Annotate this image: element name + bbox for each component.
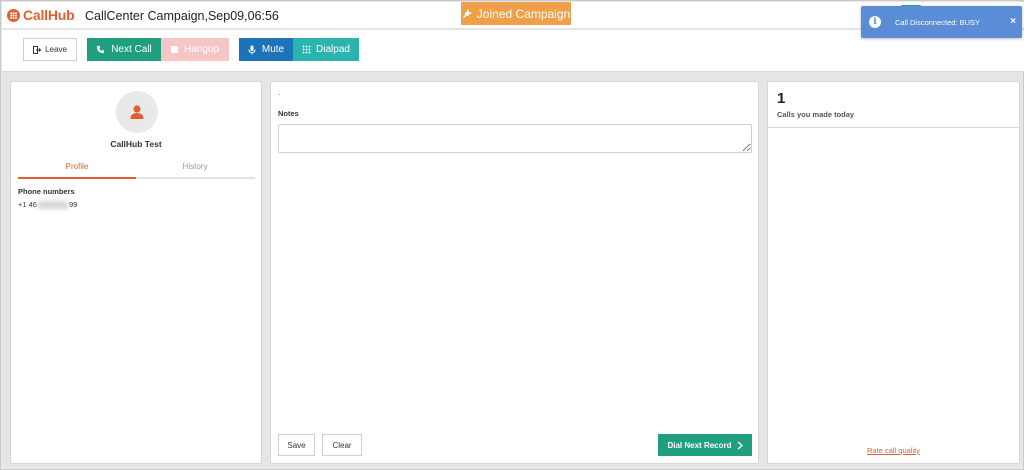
info-icon: i bbox=[869, 16, 881, 28]
user-icon bbox=[130, 105, 144, 119]
microphone-icon bbox=[248, 45, 256, 54]
dialpad-icon bbox=[302, 45, 312, 54]
plug-icon bbox=[463, 8, 472, 18]
clear-button[interactable]: Clear bbox=[322, 434, 362, 456]
mute-label: Mute bbox=[261, 44, 285, 55]
joined-campaign-button[interactable]: Joined Campaign bbox=[461, 2, 571, 25]
notes-panel: . Notes Save Clear Dial Next Record bbox=[270, 81, 759, 464]
notes-label: Notes bbox=[278, 109, 299, 118]
active-tab-indicator bbox=[18, 177, 136, 179]
phone-redacted bbox=[37, 200, 68, 209]
phone-numbers-label: Phone numbers bbox=[18, 187, 75, 196]
phone-prefix: +1 46 bbox=[18, 200, 37, 209]
save-button[interactable]: Save bbox=[278, 434, 315, 456]
campaign-title: CallCenter Campaign,Sep09,06:56 bbox=[85, 9, 279, 23]
chevron-right-icon bbox=[737, 441, 743, 449]
hangup-label: Hangup bbox=[183, 44, 220, 55]
notes-field[interactable] bbox=[278, 124, 752, 153]
rate-call-quality-link[interactable]: Rate call quality bbox=[768, 446, 1019, 455]
next-call-label: Next Call bbox=[111, 44, 152, 55]
phone-icon bbox=[97, 45, 105, 54]
mute-button[interactable]: Mute bbox=[239, 38, 293, 61]
notes-marker: . bbox=[278, 88, 281, 97]
logo-text: CallHub bbox=[23, 7, 75, 23]
exit-icon bbox=[33, 45, 42, 54]
dial-next-record-label: Dial Next Record bbox=[667, 440, 732, 450]
calls-count: 1 bbox=[777, 90, 786, 107]
contact-name: CallHub Test bbox=[110, 139, 162, 149]
toast-message: Call Disconnected: BUSY bbox=[895, 17, 981, 27]
tab-profile[interactable]: Profile bbox=[18, 162, 136, 171]
dial-next-record-button[interactable]: Dial Next Record bbox=[658, 434, 752, 456]
phone-number: +1 46 99 bbox=[18, 200, 77, 209]
contact-panel: CallHub Test Profile History Phone numbe… bbox=[10, 81, 262, 464]
contact-tabs: Profile History bbox=[18, 160, 255, 179]
tab-history[interactable]: History bbox=[136, 162, 254, 171]
app-frame: CallHub CallCenter Campaign,Sep09,06:56 … bbox=[0, 0, 1024, 470]
next-call-button[interactable]: Next Call bbox=[87, 38, 161, 61]
avatar bbox=[116, 91, 158, 133]
hangup-button[interactable]: Hangup bbox=[161, 38, 229, 61]
call-disconnected-toast: i Call Disconnected: BUSY × bbox=[861, 6, 1022, 38]
calls-count-label: Calls you made today bbox=[777, 110, 855, 119]
close-icon[interactable]: × bbox=[1010, 16, 1016, 27]
stats-divider bbox=[768, 127, 1019, 128]
dialpad-label: Dialpad bbox=[316, 44, 350, 55]
phone-suffix: 99 bbox=[68, 200, 78, 209]
stop-icon bbox=[170, 46, 178, 53]
stats-panel: 1 Calls you made today Rate call quality bbox=[767, 81, 1020, 464]
leave-label: Leave bbox=[45, 45, 67, 54]
joined-campaign-label: Joined Campaign bbox=[476, 6, 571, 21]
dialpad-button[interactable]: Dialpad bbox=[293, 38, 359, 61]
callhub-logo-icon bbox=[7, 8, 20, 22]
callhub-logo[interactable]: CallHub bbox=[7, 7, 75, 23]
leave-button[interactable]: Leave bbox=[23, 38, 77, 61]
